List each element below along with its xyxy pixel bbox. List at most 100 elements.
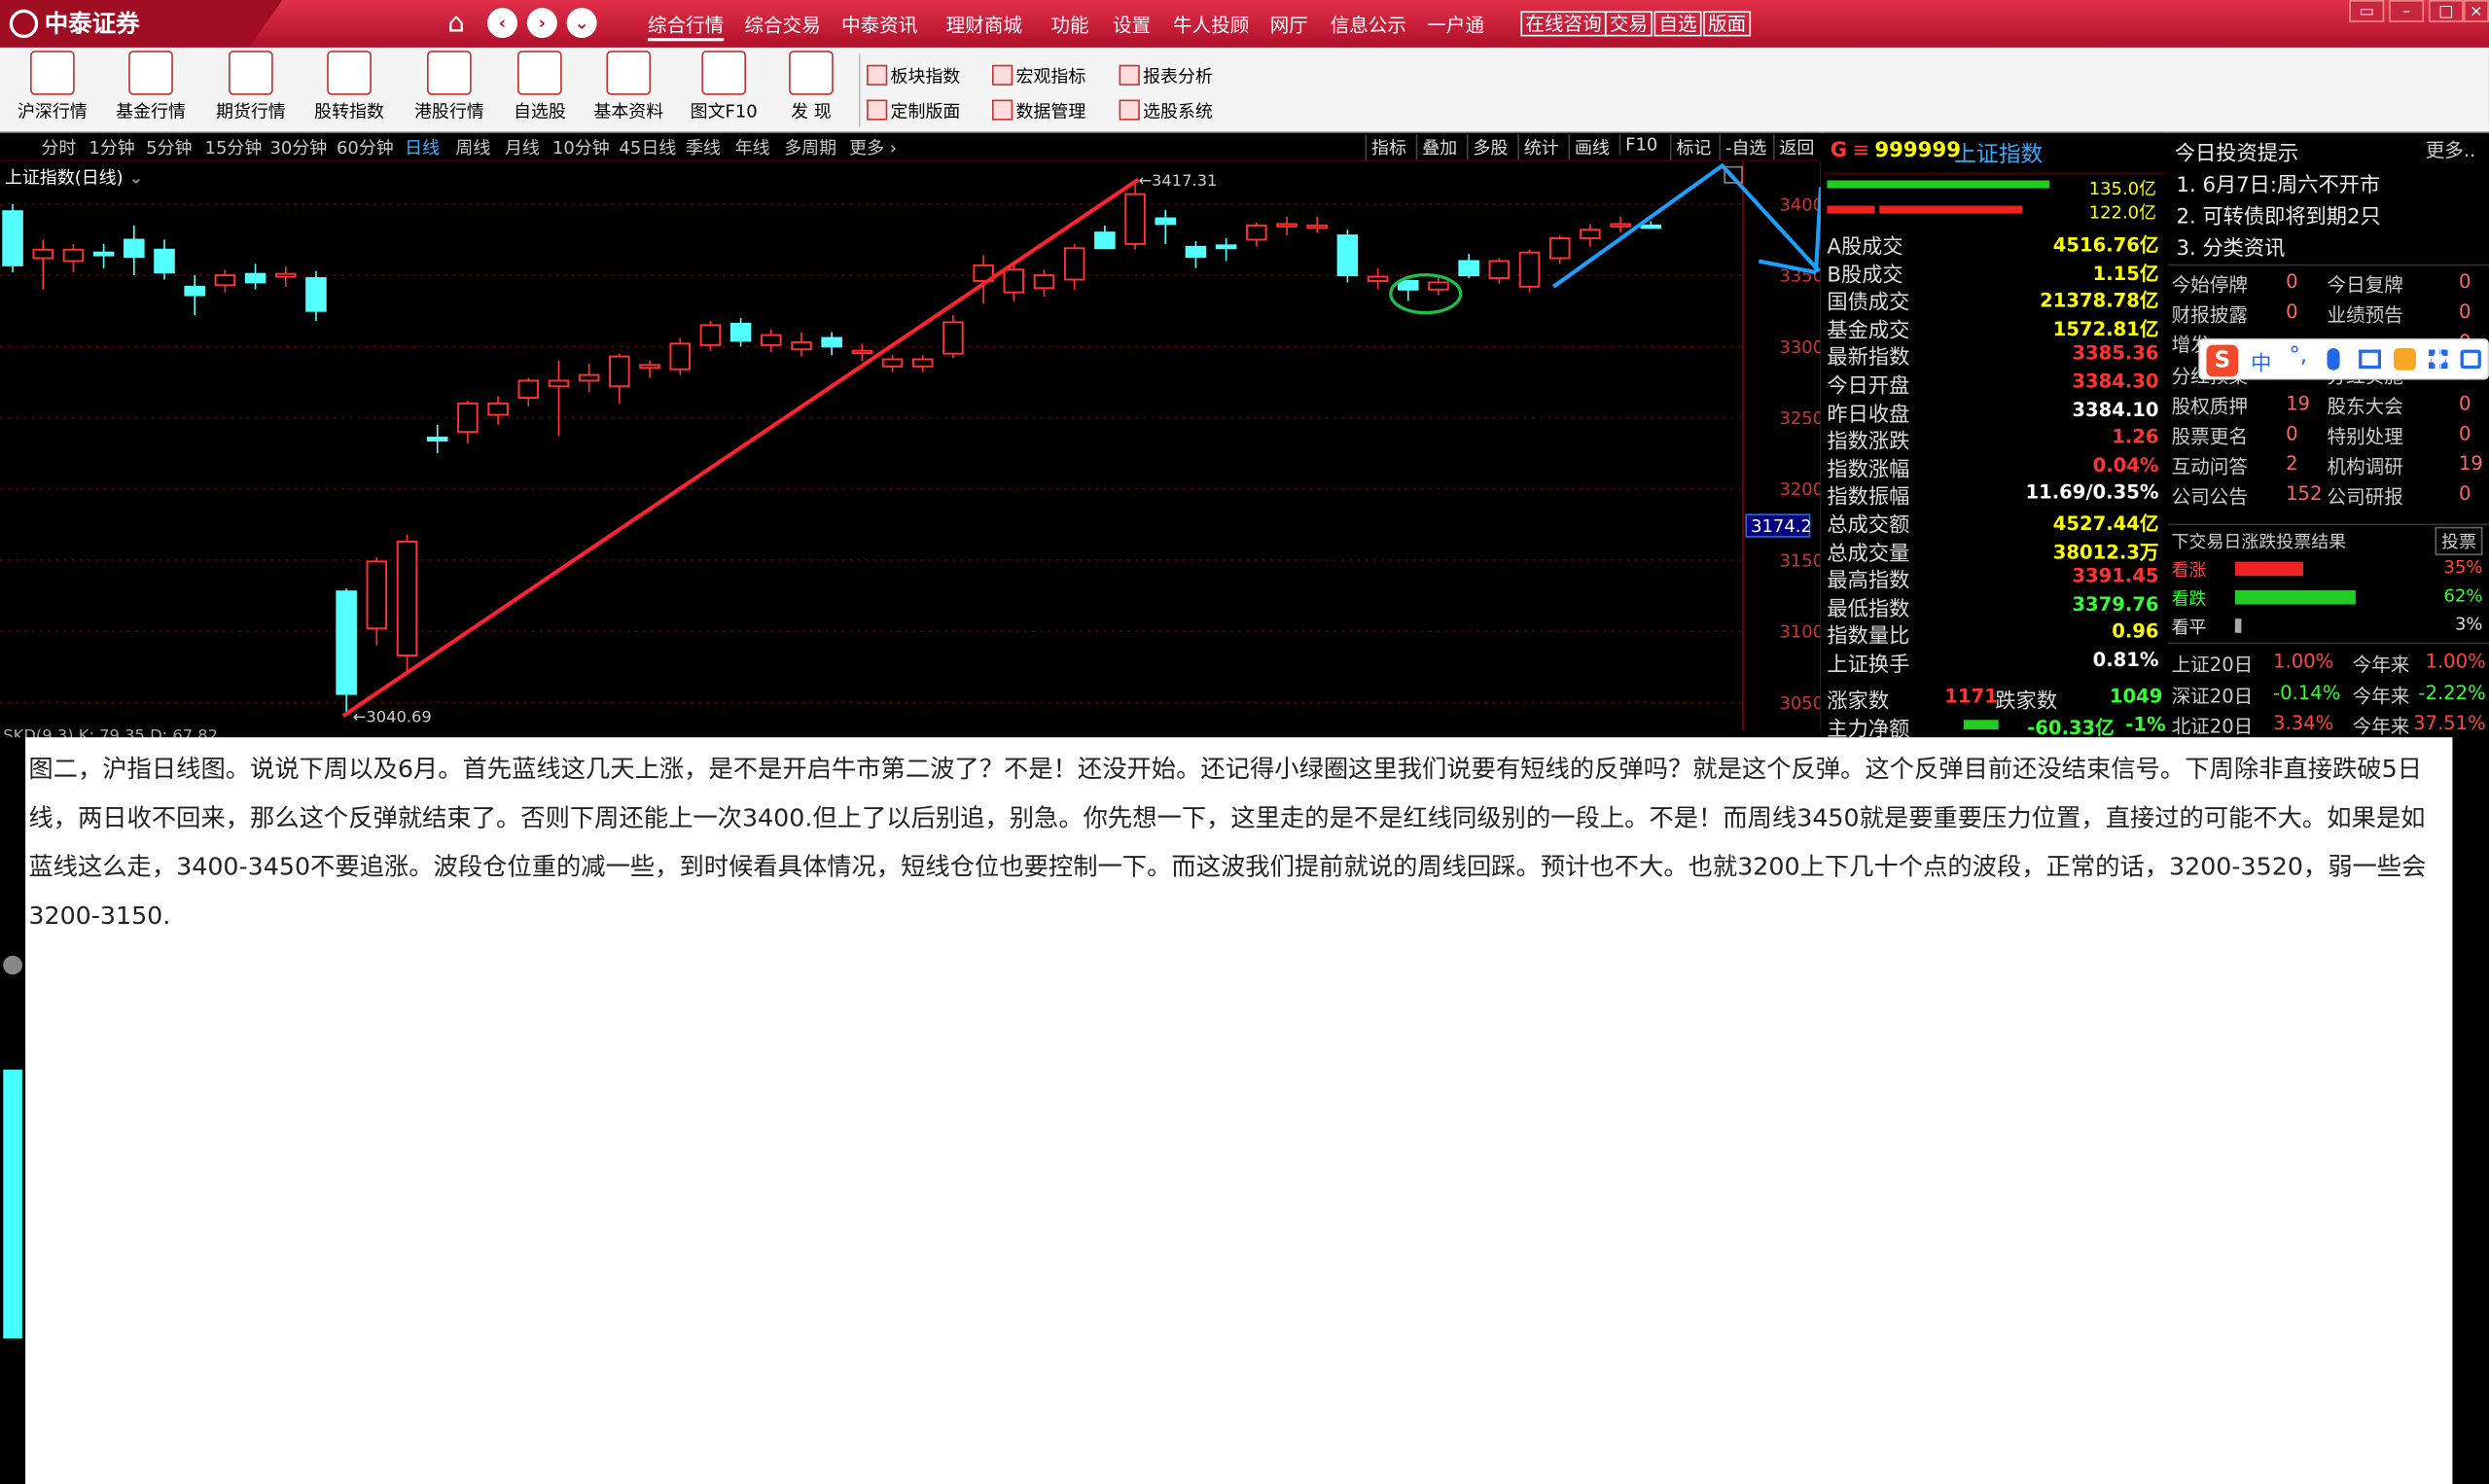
menu-licai-shangcheng[interactable]: 理财商城 — [946, 11, 1022, 38]
candle-body[interactable] — [1276, 223, 1298, 228]
candle-body[interactable] — [184, 285, 205, 297]
candle-body[interactable] — [305, 277, 327, 312]
keyboard-icon[interactable] — [2359, 349, 2381, 370]
toolbar-jiben-ziliao[interactable]: 基本资料 — [581, 51, 676, 124]
candle-body[interactable] — [1185, 245, 1207, 259]
candle-body[interactable] — [1640, 224, 1662, 230]
home-icon[interactable]: ⌂ — [447, 8, 465, 40]
tab-45day[interactable]: 45日线 — [619, 134, 676, 159]
candle-body[interactable] — [1033, 274, 1055, 290]
candle-body[interactable] — [366, 560, 388, 630]
toolbar-ganggu-hangqing[interactable]: 港股行情 — [402, 51, 497, 124]
maximize-icon[interactable]: □ — [2428, 0, 2464, 22]
menu-zhongtai-zixun[interactable]: 中泰资讯 — [841, 11, 917, 38]
tab-30min[interactable]: 30分钟 — [269, 134, 327, 159]
candle-body[interactable] — [1003, 268, 1025, 294]
toolbar-hongguan-zhibiao[interactable]: 宏观指标 — [992, 63, 1085, 88]
candle-body[interactable] — [2, 210, 23, 266]
candle-body[interactable] — [1610, 223, 1631, 228]
multi-stock-button[interactable]: 多股 — [1466, 134, 1512, 160]
close-icon[interactable]: × — [2463, 0, 2489, 22]
tab-15min[interactable]: 15分钟 — [205, 134, 263, 159]
candle-body[interactable] — [911, 358, 934, 368]
f10-button[interactable]: F10 — [1618, 134, 1663, 156]
statistics-button[interactable]: 统计 — [1517, 134, 1563, 160]
candle-body[interactable] — [851, 349, 873, 355]
toolbar-shuju-guanli[interactable]: 数据管理 — [992, 98, 1085, 124]
menu-yihutong[interactable]: 一户通 — [1427, 11, 1484, 38]
dropdown-icon[interactable]: ⌄ — [566, 8, 597, 39]
toolbox-icon[interactable] — [2460, 349, 2481, 370]
add-favorite-button[interactable]: -自选 — [1719, 134, 1771, 160]
menu-xinxi-gongshi[interactable]: 信息公示 — [1331, 11, 1406, 38]
candle-body[interactable] — [1215, 244, 1237, 250]
tab-fenshi[interactable]: 分时 — [41, 134, 76, 159]
chart-options-icon[interactable] — [1724, 165, 1743, 184]
tip-item[interactable]: 3. 分类资讯 — [2176, 231, 2285, 261]
candle-body[interactable] — [609, 355, 630, 388]
candle-body[interactable] — [92, 251, 115, 257]
draw-line-button[interactable]: 画线 — [1568, 134, 1614, 160]
candle-body[interactable] — [1518, 251, 1541, 288]
candle-body[interactable] — [62, 248, 85, 263]
candle-body[interactable] — [942, 321, 964, 355]
forward-icon[interactable]: › — [526, 8, 557, 39]
candle-body[interactable] — [791, 340, 812, 351]
mark-button[interactable]: 标记 — [1669, 134, 1716, 160]
toolbar-faxian[interactable]: 发 现 — [764, 51, 859, 124]
candle-body[interactable] — [1488, 260, 1511, 280]
menu-zonghe-jiaoyi[interactable]: 综合交易 — [744, 11, 820, 38]
tip-item[interactable]: 1. 6月7日:周六不开市 — [2176, 167, 2380, 197]
candle-body[interactable] — [1397, 279, 1419, 291]
minimize-icon[interactable]: – — [2389, 0, 2425, 22]
collapse-icon[interactable] — [3, 955, 22, 975]
tab-quarterly[interactable]: 季线 — [686, 134, 721, 159]
candlestick-chart[interactable]: 34003350330032503200315031003050←3040.69… — [0, 160, 1821, 731]
candle-body[interactable] — [881, 358, 904, 368]
trade-button[interactable]: 交易 — [1604, 11, 1653, 37]
favorites-button[interactable]: 自选 — [1653, 11, 1702, 37]
microphone-icon[interactable] — [2327, 347, 2340, 371]
ime-punct-icon[interactable]: °, — [2289, 343, 2307, 369]
candle-body[interactable] — [426, 437, 448, 442]
toolbar-dingzhi-banmian[interactable]: 定制版面 — [867, 98, 960, 124]
candle-body[interactable] — [821, 336, 842, 348]
toolbar-qihuo-hangqing[interactable]: 期货行情 — [203, 51, 299, 124]
menu-zonghe-hangqing[interactable]: 综合行情 — [647, 11, 725, 42]
toolbar-baobiao-fenxi[interactable]: 报表分析 — [1119, 63, 1213, 88]
candle-body[interactable] — [669, 342, 691, 371]
overlay-button[interactable]: 叠加 — [1415, 134, 1462, 160]
candle-body[interactable] — [1548, 237, 1571, 260]
toolbar-tuwen-f10[interactable]: 图文F10 — [676, 51, 771, 124]
candle-body[interactable] — [1124, 193, 1146, 245]
tab-1min[interactable]: 1分钟 — [89, 134, 134, 159]
candle-body[interactable] — [1580, 229, 1601, 240]
candle-body[interactable] — [1246, 224, 1267, 241]
tab-daily[interactable]: 日线 — [405, 134, 440, 159]
ime-toolbar[interactable]: S 中 °, — [2198, 338, 2489, 380]
online-consult-button[interactable]: 在线咨询 — [1520, 11, 1607, 37]
candle-body[interactable] — [32, 248, 54, 260]
candle-body[interactable] — [214, 274, 236, 287]
menu-shezhi[interactable]: 设置 — [1113, 11, 1151, 38]
candle-body[interactable] — [1155, 217, 1177, 226]
candle-body[interactable] — [729, 322, 752, 342]
candle-body[interactable] — [1063, 247, 1085, 281]
candle-body[interactable] — [517, 379, 540, 400]
candle-body[interactable] — [487, 402, 509, 416]
tab-weekly[interactable]: 周线 — [455, 134, 490, 159]
candle-body[interactable] — [639, 364, 660, 370]
candle-body[interactable] — [1428, 281, 1449, 291]
restore-icon[interactable]: ▭ — [2349, 0, 2385, 22]
candle-body[interactable] — [1458, 260, 1479, 277]
tab-5min[interactable]: 5分钟 — [146, 134, 192, 159]
candle-body[interactable] — [457, 402, 479, 434]
tab-multi-period[interactable]: 多周期 — [784, 134, 836, 159]
toolbar-jijin-hangqing[interactable]: 基金行情 — [103, 51, 198, 124]
candle-body[interactable] — [1306, 224, 1328, 230]
candle-body[interactable] — [548, 379, 570, 388]
apps-icon[interactable] — [2428, 349, 2448, 370]
tip-item[interactable]: 2. 可转债即将到期2只 — [2176, 199, 2380, 230]
skin-icon[interactable] — [2394, 347, 2416, 371]
back-button[interactable]: 返回 — [1772, 134, 1819, 160]
